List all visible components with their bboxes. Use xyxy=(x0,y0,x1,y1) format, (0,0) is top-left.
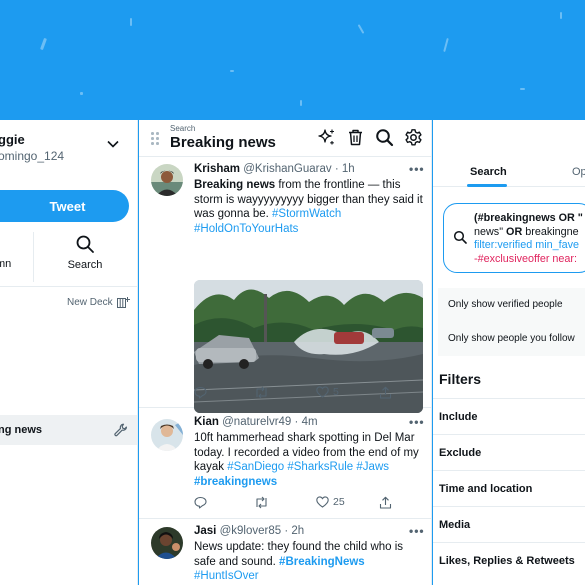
share-icon[interactable] xyxy=(379,496,392,509)
add-column-label[interactable]: mn xyxy=(0,258,11,270)
toggle-label: Only show verified people xyxy=(448,299,563,310)
search-icon[interactable] xyxy=(375,128,394,147)
trash-icon[interactable] xyxy=(346,128,365,147)
hashtag-link[interactable]: #HoldOnToYourHats xyxy=(194,223,298,235)
search-icon xyxy=(76,235,94,253)
tweet-text: Breaking news from the frontline — this … xyxy=(194,178,426,236)
tweet-item[interactable]: Jasi @k9lover85 · 2h ••• News update: th… xyxy=(139,520,431,585)
filter-include[interactable]: Include xyxy=(433,398,585,434)
retweet-icon[interactable] xyxy=(254,386,269,399)
column-subtitle: Search xyxy=(170,124,196,133)
column-item-breaking-news[interactable]: ng news xyxy=(0,415,137,445)
hashtag-link[interactable]: #Jaws xyxy=(356,461,389,473)
query-operator: OR xyxy=(558,212,575,224)
tweet-time: · 4m xyxy=(294,416,318,428)
drag-handle-icon[interactable] xyxy=(151,132,159,146)
toggle-label: Only show people you follow xyxy=(448,333,575,344)
author-name[interactable]: Kian xyxy=(194,416,219,428)
search-nav-button[interactable]: Search xyxy=(60,234,110,271)
tweet-time: · 1h xyxy=(334,163,355,175)
more-options-icon[interactable]: ••• xyxy=(409,162,425,176)
divider xyxy=(0,286,137,287)
filter-media[interactable]: Media xyxy=(433,506,585,542)
filter-exclude[interactable]: Exclude xyxy=(433,434,585,470)
tweet-text: 10ft hammerhead shark spotting in Del Ma… xyxy=(194,431,426,489)
filter-time-location[interactable]: Time and location xyxy=(433,470,585,506)
tweet-header: Kian @naturelvr49 · 4m xyxy=(194,416,318,428)
reply-icon[interactable] xyxy=(194,386,207,399)
new-deck-icon xyxy=(116,297,130,308)
avatar[interactable] xyxy=(151,419,183,451)
column-header: Search Breaking news xyxy=(139,120,431,157)
search-tabs: Search Op xyxy=(433,155,585,187)
column-title: Breaking news xyxy=(170,134,276,151)
more-options-icon[interactable]: ••• xyxy=(409,524,425,538)
hashtag-link[interactable]: #breakingnews xyxy=(194,476,277,488)
header-banner xyxy=(0,0,585,120)
tweet-header: Jasi @k9lover85 · 2h xyxy=(194,525,304,537)
query-line: -#exclusiveoffer near: xyxy=(474,252,578,265)
query-operator: OR xyxy=(506,225,523,238)
settings-gear-icon[interactable] xyxy=(404,128,423,147)
new-deck-label: New Deck xyxy=(67,297,113,308)
tweet-header: Krisham @KrishanGuarav · 1h xyxy=(194,163,355,175)
like-button[interactable]: 25 xyxy=(316,496,345,508)
author-name[interactable]: Jasi xyxy=(194,525,216,537)
more-options-icon[interactable]: ••• xyxy=(409,415,425,429)
query-line: (#breakingnews OR " xyxy=(474,212,583,224)
toggle-verified-only[interactable]: Only show verified people xyxy=(438,288,585,322)
hashtag-link[interactable]: #SharksRule xyxy=(287,461,353,473)
active-tab-indicator xyxy=(467,184,507,187)
search-column: Search Breaking news Krisham @KrishanGua… xyxy=(139,120,432,585)
tweet-time: · 2h xyxy=(284,525,305,537)
search-icon xyxy=(453,230,467,244)
filters-heading: Filters xyxy=(439,371,482,387)
author-handle[interactable]: @KrishanGuarav xyxy=(243,163,331,175)
keyword-highlight: Breaking news xyxy=(194,179,276,191)
tweet-item[interactable]: Kian @naturelvr49 · 4m ••• 10ft hammerhe… xyxy=(139,409,431,519)
author-handle[interactable]: @naturelvr49 xyxy=(222,416,291,428)
new-deck-button[interactable]: New Deck xyxy=(67,297,130,308)
tweet-button[interactable]: Tweet xyxy=(0,190,129,222)
tab-options[interactable]: Op xyxy=(572,166,585,178)
query-line: filter:verified min_fave xyxy=(474,239,580,251)
like-button[interactable]: 5 xyxy=(316,386,339,398)
account-sidebar: ggie omingo_124 Tweet mn Search New Deck… xyxy=(0,120,138,585)
column-item-label: ng news xyxy=(0,424,43,436)
author-handle[interactable]: @k9lover85 xyxy=(220,525,282,537)
wrench-icon[interactable] xyxy=(114,423,128,437)
heart-icon xyxy=(316,496,329,508)
account-handle: omingo_124 xyxy=(0,149,65,163)
like-count: 25 xyxy=(333,496,345,508)
sparkle-icon[interactable] xyxy=(317,128,336,147)
tweet-item[interactable]: Krisham @KrishanGuarav · 1h ••• Breaking… xyxy=(139,158,431,413)
nav-divider xyxy=(33,232,34,282)
share-icon[interactable] xyxy=(379,386,392,399)
account-name: ggie xyxy=(0,132,25,147)
search-query-input[interactable]: (#breakingnews OR " news" OR breakingne … xyxy=(443,203,585,273)
like-count: 5 xyxy=(333,386,339,398)
avatar[interactable] xyxy=(151,527,183,559)
author-name[interactable]: Krisham xyxy=(194,163,240,175)
hashtag-link[interactable]: #BreakingNews xyxy=(279,556,365,568)
heart-icon xyxy=(316,386,329,398)
advanced-search-panel: Search Op (#breakingnews OR " news" OR b… xyxy=(433,120,585,585)
retweet-icon[interactable] xyxy=(254,496,269,509)
avatar[interactable] xyxy=(151,164,183,196)
reply-icon[interactable] xyxy=(194,496,207,509)
toggle-following-only[interactable]: Only show people you follow xyxy=(438,322,585,356)
hashtag-link[interactable]: #StormWatch xyxy=(272,208,341,220)
hashtag-link[interactable]: #SanDiego xyxy=(227,461,284,473)
filter-engagement[interactable]: Likes, Replies & Retweets xyxy=(433,542,585,578)
query-line: news" OR breakingne xyxy=(474,225,579,238)
tab-search[interactable]: Search xyxy=(470,166,507,178)
search-nav-label: Search xyxy=(67,259,103,271)
chevron-down-icon[interactable] xyxy=(106,137,120,151)
tweet-text: News update: they found the child who is… xyxy=(194,540,426,584)
hashtag-link[interactable]: #HuntIsOver xyxy=(194,570,259,582)
